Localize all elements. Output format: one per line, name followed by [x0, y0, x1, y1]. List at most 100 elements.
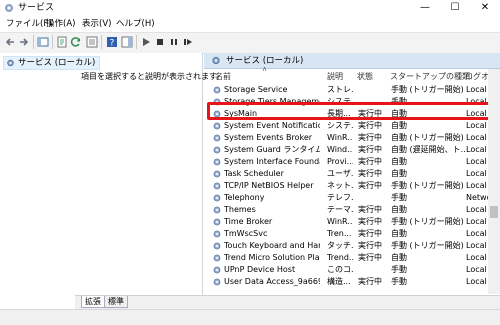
service-logon: Local S [466, 241, 488, 250]
service-status: 実行中 [358, 277, 382, 286]
service-row[interactable]: Task Scheduler ユーザ... 実行中自動 Local S [210, 168, 488, 180]
service-row[interactable]: System Guard ランタイム モニタ... Wind... 実行中自動 (遅… [210, 144, 488, 156]
service-description: Provi... [327, 157, 353, 166]
menu-help[interactable]: ヘルプ(H) [116, 19, 155, 30]
service-logon: Local S [466, 145, 488, 154]
service-name: UPnP Device Host [224, 265, 296, 274]
gear-icon [213, 206, 221, 214]
service-status: 実行中 [358, 205, 382, 214]
service-row[interactable]: Touch Keyboard and Hand... タッチ... 実行中手動 (ト… [210, 240, 488, 252]
service-status: 実行中 [358, 253, 382, 262]
back-arrow-icon[interactable] [4, 36, 16, 48]
column-header-startup-type[interactable]: スタートアップの種類 [390, 72, 470, 82]
gear-icon [213, 230, 221, 238]
status-bar [0, 309, 500, 325]
service-logon: Local S [466, 265, 488, 274]
gear-icon [213, 122, 221, 130]
service-name: System Events Broker [224, 133, 313, 142]
service-name: TCP/IP NetBIOS Helper [224, 181, 314, 190]
service-row[interactable]: System Interface Foundatio... Provi... 実行中… [210, 156, 488, 168]
column-header-name[interactable]: 名前 [215, 72, 231, 82]
service-row[interactable]: TCP/IP NetBIOS Helper ネット... 実行中手動 (トリガー開始… [210, 180, 488, 192]
tree-item-services-local[interactable]: サービス (ローカル) [3, 56, 101, 70]
service-row[interactable]: Storage Service ストレ... 手動 (トリガー開始)Local S [210, 84, 488, 96]
service-logon: Local S [466, 169, 488, 178]
export-list-icon[interactable] [86, 36, 98, 48]
service-logon: Local S [466, 157, 488, 166]
console-tree-icon[interactable] [37, 36, 49, 48]
highlight-box [207, 102, 499, 120]
menu-view[interactable]: 表示(V) [82, 19, 111, 30]
column-header-status[interactable]: 状態 [357, 72, 373, 82]
service-name: System Event Notification S... [224, 121, 320, 130]
service-startup-type: 手動 (トリガー開始) [391, 241, 464, 250]
scrollbar-thumb[interactable] [490, 206, 498, 218]
service-startup-type: 自動 [391, 229, 407, 238]
gear-icon [213, 158, 221, 166]
gear-icon [213, 146, 221, 154]
gear-icon [7, 59, 14, 67]
tab-standard[interactable]: 標準 [104, 296, 128, 308]
column-header-description[interactable]: 説明 [327, 72, 343, 82]
properties-icon[interactable] [56, 36, 68, 48]
service-startup-type: 手動 (トリガー開始) [391, 85, 464, 94]
service-description: このコ... [327, 265, 353, 274]
service-row[interactable]: User Data Access_9a669 構造... 実行中手動 Local S [210, 276, 488, 288]
service-logon: Local S [466, 229, 488, 238]
service-description: ネット... [327, 181, 353, 190]
service-startup-type: 手動 (トリガー開始) [391, 217, 464, 226]
service-row[interactable]: Trend Micro Solution Platfo... Trend... 実行… [210, 252, 488, 264]
service-description: 構造... [327, 277, 351, 286]
service-row[interactable]: TmWscSvc Tren... 実行中自動 Local S [210, 228, 488, 240]
service-status: 実行中 [358, 241, 382, 250]
service-logon: Local S [466, 85, 488, 94]
service-status: 実行中 [358, 121, 382, 130]
close-button[interactable]: ✕ [470, 0, 500, 16]
svg-text:?: ? [110, 39, 115, 49]
service-description: タッチ... [327, 241, 353, 250]
service-startup-type: 自動 [391, 205, 407, 214]
help-icon[interactable]: ? [106, 36, 118, 48]
gear-icon [213, 218, 221, 226]
restart-service-icon[interactable] [182, 36, 194, 48]
view-tabs [75, 295, 500, 309]
service-logon: Local S [466, 205, 488, 214]
gear-icon [213, 170, 221, 178]
service-row[interactable]: System Events Broker WinR... 実行中 自動 (トリガー開始… [210, 132, 488, 144]
service-startup-type: 手動 [391, 265, 407, 274]
vertical-scrollbar[interactable] [488, 69, 500, 294]
menu-file[interactable]: ファイル(F) [6, 19, 52, 30]
refresh-icon[interactable] [70, 36, 82, 48]
services-app-icon [5, 4, 13, 12]
minimize-button[interactable]: — [410, 0, 440, 16]
service-startup-type: 手動 [391, 193, 407, 202]
service-startup-type: 手動 [391, 277, 407, 286]
service-description: Trend... [327, 253, 353, 262]
menu-action[interactable]: 操作(A) [46, 19, 75, 30]
service-description: ストレ... [327, 85, 353, 94]
service-startup-type: 自動 (遅延開始、ト... [391, 145, 465, 154]
service-startup-type: 自動 [391, 121, 407, 130]
forward-arrow-icon[interactable] [18, 36, 30, 48]
service-row[interactable]: UPnP Device Host このコ... 手動 Local S [210, 264, 488, 276]
service-row[interactable]: Time Broker WinR... 実行中手動 (トリガー開始)Local S [210, 216, 488, 228]
service-name: Touch Keyboard and Hand... [224, 241, 320, 250]
start-service-icon[interactable] [140, 36, 152, 48]
service-description: テレフ... [327, 193, 353, 202]
service-row[interactable]: System Event Notification S... システ... 実行中自… [210, 120, 488, 132]
service-name: Time Broker [224, 217, 273, 226]
tab-extended[interactable]: 拡張 [81, 296, 105, 308]
service-status: 実行中 [358, 133, 382, 142]
service-row[interactable]: Telephony テレフ... 手動 Networ [210, 192, 488, 204]
service-logon: Local S [466, 217, 488, 226]
pause-service-icon[interactable] [168, 36, 180, 48]
maximize-button[interactable]: ☐ [440, 0, 470, 16]
service-name: Telephony [224, 193, 265, 202]
service-description: WinR... [327, 133, 353, 142]
show-hide-action-icon[interactable] [121, 36, 133, 48]
stop-service-icon[interactable] [154, 36, 166, 48]
service-logon: Local S [466, 277, 488, 286]
service-description: システ... [327, 121, 353, 130]
service-logon: Local S [466, 181, 488, 190]
service-row[interactable]: Themes テーマ... 実行中自動 Local S [210, 204, 488, 216]
